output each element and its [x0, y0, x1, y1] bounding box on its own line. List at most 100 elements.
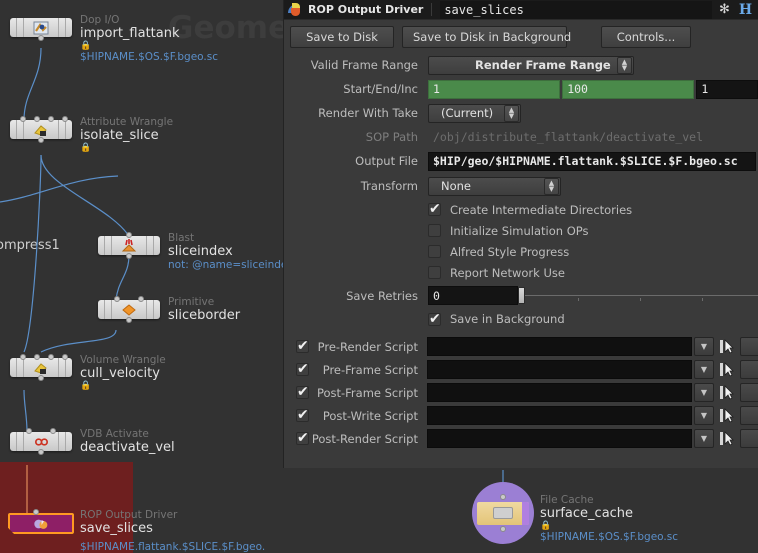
node-input-port[interactable] — [500, 494, 506, 500]
checkbox-save-in-background[interactable]: Save in Background — [284, 308, 758, 330]
frame-end-input[interactable]: 100 — [562, 79, 695, 99]
script-enable-checkbox[interactable] — [296, 337, 309, 355]
save-to-disk-button[interactable]: Save to Disk — [290, 26, 394, 48]
pre-frame-script-input[interactable] — [427, 360, 692, 379]
spinner-icon[interactable]: ▲ ▼ — [504, 104, 519, 122]
frame-start-input[interactable]: 1 — [428, 79, 561, 99]
param-label: SOP Path — [365, 130, 418, 144]
save-retries-input[interactable]: 0 — [428, 286, 518, 305]
script-extra-button[interactable] — [740, 429, 758, 448]
spinner-icon[interactable]: ▲ ▼ — [544, 177, 559, 195]
save-retries-slider[interactable] — [518, 286, 758, 305]
param-label: Output File — [355, 154, 418, 168]
node-output-port[interactable] — [38, 375, 44, 381]
chevron-down-icon[interactable]: ▼ — [694, 360, 714, 379]
node-output-port[interactable] — [38, 137, 44, 143]
pick-cursor-icon[interactable] — [717, 337, 737, 356]
checkbox-icon[interactable] — [428, 266, 441, 279]
node-body[interactable] — [98, 232, 160, 259]
script-row-post-render: Post-Render Script ▼ — [284, 427, 758, 450]
pick-cursor-icon[interactable] — [717, 429, 737, 448]
checkbox-icon[interactable] — [428, 245, 441, 258]
script-extra-button[interactable] — [740, 383, 758, 402]
checkbox-create-intermediate-directories[interactable]: Create Intermediate Directories — [428, 199, 758, 220]
script-enable-checkbox[interactable] — [296, 406, 309, 424]
save-to-disk-background-button[interactable]: Save to Disk in Background — [402, 26, 571, 48]
chevron-down-icon[interactable]: ▼ — [694, 383, 714, 402]
node-input-port[interactable] — [138, 296, 144, 302]
node-input-port[interactable] — [20, 354, 26, 360]
node-output-port[interactable] — [500, 526, 506, 532]
node-name: isolate_slice — [80, 128, 159, 143]
checkbox-report-network-use[interactable]: Report Network Use — [428, 262, 758, 283]
checkbox-label: Save in Background — [450, 312, 565, 326]
node-sliceborder[interactable]: Primitive sliceborder — [98, 296, 240, 323]
node-name-field[interactable]: save_slices — [440, 0, 712, 19]
post-frame-script-input[interactable] — [427, 383, 692, 402]
node-type: Primitive — [168, 296, 215, 308]
script-extra-button[interactable] — [740, 360, 758, 379]
node-output-port[interactable] — [126, 317, 132, 323]
node-import-flattank[interactable]: Dop I/O import_flattank 🔒 $HIPNAME.$OS.$… — [10, 14, 218, 63]
script-label: Pre-Render Script — [317, 339, 418, 354]
node-surface-cache[interactable]: File Cache surface_cache 🔒 $HIPNAME.$OS.… — [472, 482, 678, 544]
gear-icon[interactable]: ✻ — [716, 1, 733, 18]
node-input-port[interactable] — [50, 428, 56, 434]
sop-path-input[interactable]: /obj/distribute_flattank/deactivate_vel — [428, 128, 756, 147]
node-body[interactable] — [98, 296, 160, 323]
node-body[interactable] — [10, 354, 72, 381]
node-save-slices[interactable]: ROP Output Driver save_slices $HIPNAME.f… — [8, 509, 265, 553]
pick-cursor-icon[interactable] — [717, 383, 737, 402]
node-type: VDB Activate — [80, 428, 149, 440]
node-body[interactable] — [472, 482, 534, 544]
pick-cursor-icon[interactable] — [717, 360, 737, 379]
node-output-port[interactable] — [38, 449, 44, 455]
checkbox-icon[interactable] — [428, 200, 441, 218]
script-extra-button[interactable] — [740, 337, 758, 356]
script-enable-checkbox[interactable] — [296, 383, 309, 401]
output-file-input[interactable]: $HIP/geo/$HIPNAME.flattank.$SLICE.$F.bge… — [428, 151, 756, 171]
script-enable-checkbox[interactable] — [296, 360, 309, 378]
valid-frame-range-menu[interactable]: Render Frame Range ▲ ▼ — [428, 55, 634, 75]
render-with-take-menu[interactable]: (Current) ▲ ▼ — [428, 103, 521, 123]
chevron-down-icon[interactable]: ▼ — [694, 337, 714, 356]
spinner-icon[interactable]: ▲ ▼ — [617, 56, 632, 74]
node-input-port[interactable] — [33, 509, 39, 515]
chevron-down-icon[interactable]: ▼ — [694, 429, 714, 448]
checkbox-icon[interactable] — [428, 224, 441, 237]
slider-handle[interactable] — [518, 287, 525, 304]
menu-value: Render Frame Range — [475, 58, 611, 72]
node-deactivate-vel[interactable]: VDB Activate deactivate_vel — [10, 428, 175, 455]
node-output-port[interactable] — [126, 253, 132, 259]
script-row-pre-render: Pre-Render Script ▼ — [284, 335, 758, 358]
post-render-script-input[interactable] — [427, 429, 692, 448]
checkbox-initialize-simulation-ops[interactable]: Initialize Simulation OPs — [428, 220, 758, 241]
node-body[interactable] — [8, 513, 74, 534]
checkbox-alfred-style-progress[interactable]: Alfred Style Progress — [428, 241, 758, 262]
houdini-help-icon[interactable]: H — [737, 1, 754, 18]
script-extra-button[interactable] — [740, 406, 758, 425]
node-isolate-slice[interactable]: Attribute Wrangle isolate_slice 🔒 — [10, 116, 173, 153]
node-body[interactable] — [10, 116, 72, 143]
node-input-port[interactable] — [62, 354, 68, 360]
post-write-script-input[interactable] — [427, 406, 692, 425]
checkbox-icon[interactable] — [428, 310, 441, 328]
node-sliceindex[interactable]: Blast sliceindex not: @name=sliceindex — [98, 232, 293, 271]
node-cull-velocity[interactable]: Volume Wrangle cull_velocity 🔒 — [10, 354, 166, 391]
script-enable-checkbox[interactable] — [296, 429, 309, 447]
node-input-port[interactable] — [20, 116, 26, 122]
chevron-down-icon[interactable]: ▼ — [694, 406, 714, 425]
node-input-port[interactable] — [114, 296, 120, 302]
controls-button[interactable]: Controls... — [601, 26, 691, 48]
transform-menu[interactable]: None ▲ ▼ — [428, 176, 561, 196]
node-body[interactable] — [10, 428, 72, 455]
node-input-port[interactable] — [26, 428, 32, 434]
node-output-port[interactable] — [38, 35, 44, 41]
node-name: save_slices — [80, 521, 153, 536]
pick-cursor-icon[interactable] — [717, 406, 737, 425]
pre-render-script-input[interactable] — [427, 337, 692, 356]
panel-header: ROP Output Driver save_slices ✻ H — [284, 0, 758, 20]
node-input-port[interactable] — [62, 116, 68, 122]
node-body[interactable] — [10, 18, 72, 41]
frame-inc-input[interactable]: 1 — [696, 79, 758, 99]
